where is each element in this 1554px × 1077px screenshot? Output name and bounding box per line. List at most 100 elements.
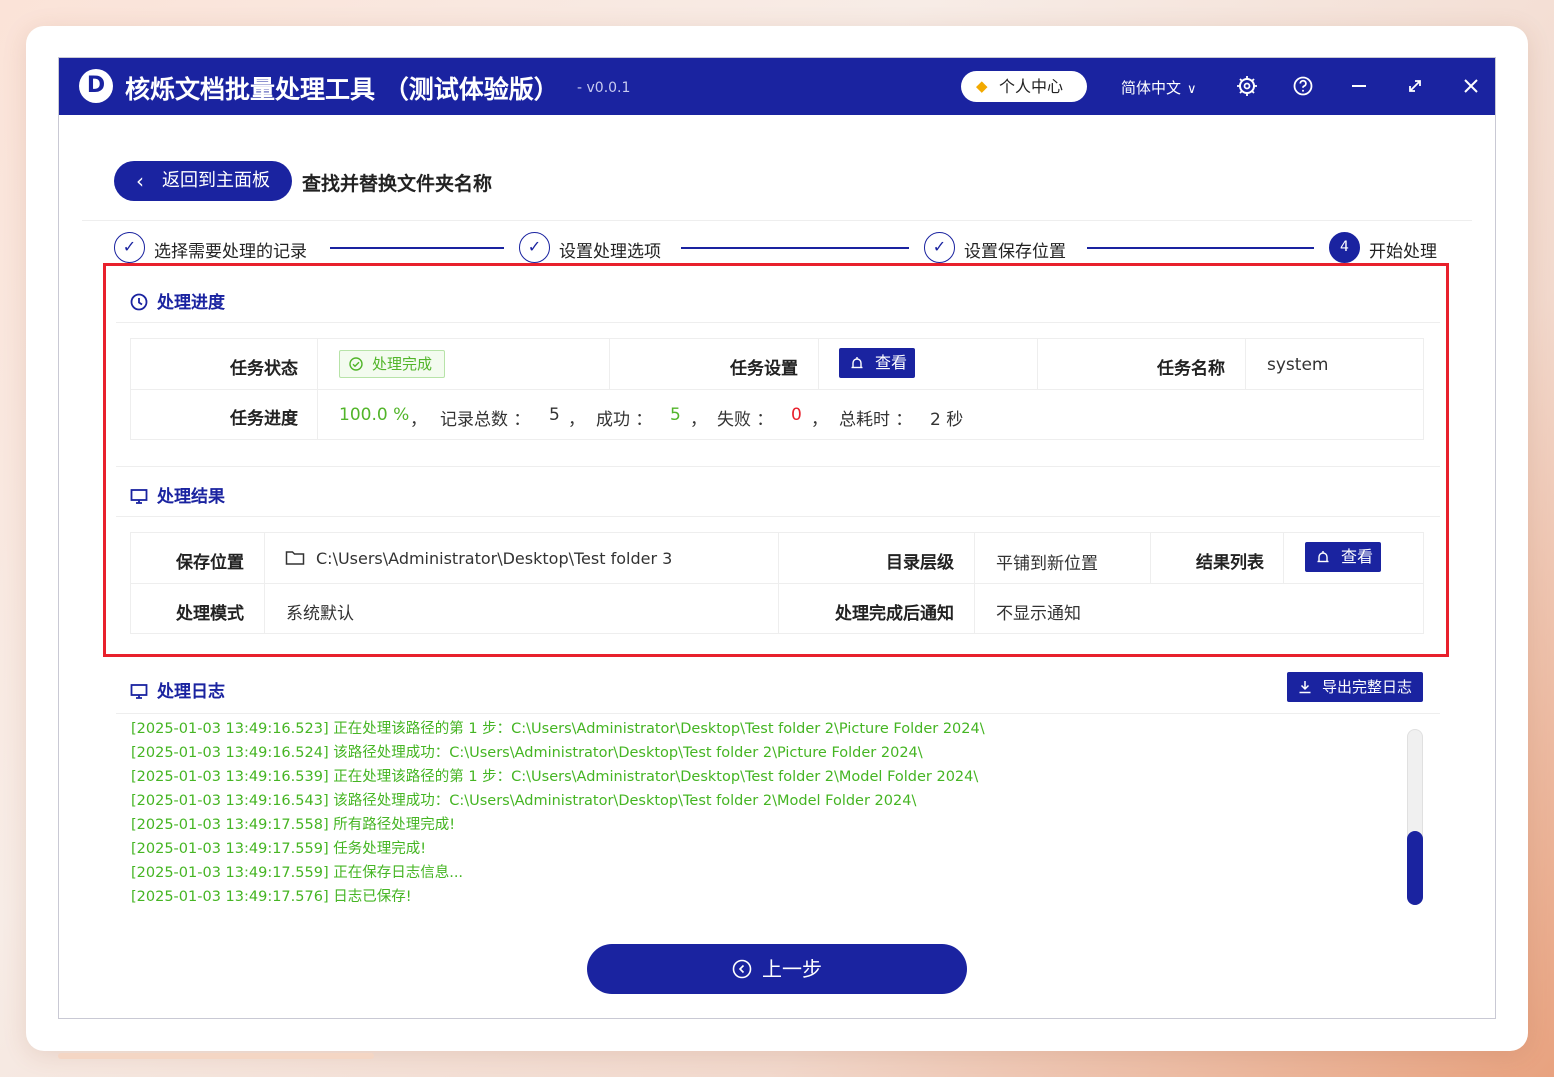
monitor-icon <box>130 489 148 504</box>
log-scrollbar-thumb[interactable] <box>1407 831 1423 905</box>
progress-percent: 100.0 % <box>339 405 410 425</box>
task-settings-label: 任务设置 <box>730 359 798 379</box>
step-connector <box>1087 247 1314 249</box>
log-section-title: 处理日志 <box>129 677 225 702</box>
section-divider <box>116 322 1440 323</box>
log-line: [2025-01-03 13:49:16.539] 正在处理该路径的第 1 步：… <box>131 769 979 785</box>
separator: ， <box>410 410 427 430</box>
status-text: 处理完成 <box>372 355 433 373</box>
back-button-label: 返回到主面板 <box>162 170 270 191</box>
success-label: 成功 ： <box>596 410 653 430</box>
check-icon: ✓ <box>114 232 145 263</box>
col-divider <box>317 338 318 440</box>
step-label: 设置保存位置 <box>964 242 1066 262</box>
col-divider <box>974 532 975 634</box>
separator: ， <box>568 410 585 430</box>
task-progress-label: 任务进度 <box>230 409 298 429</box>
total-label: 记录总数 ： <box>440 410 531 430</box>
col-divider <box>1150 532 1151 583</box>
log-panel[interactable]: [2025-01-03 13:49:16.523] 正在处理该路径的第 1 步：… <box>116 713 1440 920</box>
result-list-view-button[interactable]: 查看 <box>1305 542 1381 572</box>
notify-value: 不显示通知 <box>996 604 1081 624</box>
row-divider <box>130 583 1424 584</box>
alarm-icon <box>851 357 863 369</box>
result-list-label: 结果列表 <box>1196 553 1264 573</box>
log-line: [2025-01-03 13:49:16.523] 正在处理该路径的第 1 步：… <box>131 721 985 737</box>
check-circle-icon <box>349 357 363 371</box>
result-section-title: 处理结果 <box>129 482 225 507</box>
col-divider <box>264 532 265 634</box>
task-settings-view-button[interactable]: 查看 <box>839 348 915 378</box>
fail-value: 0 <box>791 405 802 425</box>
user-center-label: 个人中心 <box>999 77 1064 96</box>
step-label: 选择需要处理的记录 <box>154 242 307 262</box>
total-value: 5 <box>549 405 560 425</box>
chevron-down-icon: ∨ <box>1187 82 1197 97</box>
clock-icon <box>130 293 148 311</box>
maximize-icon[interactable] <box>1401 72 1429 100</box>
view-label: 查看 <box>1341 547 1374 566</box>
step-connector <box>681 247 909 249</box>
mode-label: 处理模式 <box>176 604 244 624</box>
export-label: 导出完整日志 <box>1322 678 1413 696</box>
log-title: 处理日志 <box>157 682 225 702</box>
col-divider <box>818 338 819 389</box>
col-divider <box>1037 338 1038 389</box>
step-label: 设置处理选项 <box>559 242 661 262</box>
log-line: [2025-01-03 13:49:17.576] 日志已保存! <box>131 889 412 905</box>
log-line: [2025-01-03 13:49:16.524] 该路径处理成功：C:\Use… <box>131 745 923 761</box>
app-version: - v0.0.1 <box>577 80 631 96</box>
save-location-label: 保存位置 <box>176 553 244 573</box>
taskbar-hint <box>58 1053 374 1059</box>
col-divider <box>778 532 779 634</box>
notify-label: 处理完成后通知 <box>835 604 954 624</box>
close-icon[interactable] <box>1457 72 1485 100</box>
export-log-button[interactable]: 导出完整日志 <box>1287 672 1423 702</box>
folder-icon <box>285 551 305 565</box>
diamond-icon: ◆ <box>976 77 988 95</box>
log-line: [2025-01-03 13:49:17.558] 所有路径处理完成! <box>131 817 456 833</box>
header-divider <box>82 220 1472 221</box>
view-label: 查看 <box>875 353 908 372</box>
row-divider <box>130 389 1424 390</box>
time-label: 总耗时 ： <box>839 410 913 430</box>
chevron-left-circle-icon <box>732 959 752 979</box>
page-title: 查找并替换文件夹名称 <box>302 173 493 195</box>
help-icon[interactable] <box>1289 72 1317 100</box>
gear-icon[interactable] <box>1233 72 1261 100</box>
alarm-icon <box>1317 551 1329 563</box>
app-title: 核烁文档批量处理工具 （测试体验版） <box>125 75 559 104</box>
step-number: 4 <box>1329 232 1360 263</box>
section-divider <box>116 516 1440 517</box>
language-select[interactable]: 简体中文 ∨ <box>1121 77 1197 98</box>
prev-label: 上一步 <box>762 957 822 981</box>
progress-section-title: 处理进度 <box>129 288 225 313</box>
col-divider <box>1245 338 1246 389</box>
success-value: 5 <box>670 405 681 425</box>
time-value: 2 秒 <box>930 410 964 430</box>
minimize-icon[interactable] <box>1345 72 1373 100</box>
dir-level-value: 平铺到新位置 <box>996 554 1098 574</box>
title-bar: D 核烁文档批量处理工具 （测试体验版） - v0.0.1 ◆ 个人中心 简体中… <box>59 58 1495 115</box>
save-location-value[interactable]: C:\Users\Administrator\Desktop\Test fold… <box>316 549 672 568</box>
task-name-label: 任务名称 <box>1157 359 1225 379</box>
check-icon: ✓ <box>924 232 955 263</box>
step-label: 开始处理 <box>1369 242 1437 262</box>
progress-title: 处理进度 <box>157 293 225 313</box>
separator: ， <box>690 410 707 430</box>
language-label: 简体中文 <box>1121 79 1182 97</box>
log-line: [2025-01-03 13:49:17.559] 正在保存日志信息... <box>131 865 464 881</box>
task-status-label: 任务状态 <box>230 359 298 379</box>
user-center-button[interactable]: ◆ 个人中心 <box>961 71 1087 102</box>
log-line: [2025-01-03 13:49:17.559] 任务处理完成! <box>131 841 427 857</box>
previous-step-button[interactable]: 上一步 <box>587 944 967 994</box>
log-line: [2025-01-03 13:49:16.543] 该路径处理成功：C:\Use… <box>131 793 917 809</box>
back-to-main-button[interactable]: ‹ 返回到主面板 <box>114 161 292 201</box>
col-divider <box>1283 532 1284 583</box>
result-title: 处理结果 <box>157 487 225 507</box>
check-icon: ✓ <box>519 232 550 263</box>
mode-value: 系统默认 <box>286 604 354 624</box>
separator: ， <box>811 410 828 430</box>
col-divider <box>609 338 610 389</box>
dir-level-label: 目录层级 <box>886 553 954 573</box>
